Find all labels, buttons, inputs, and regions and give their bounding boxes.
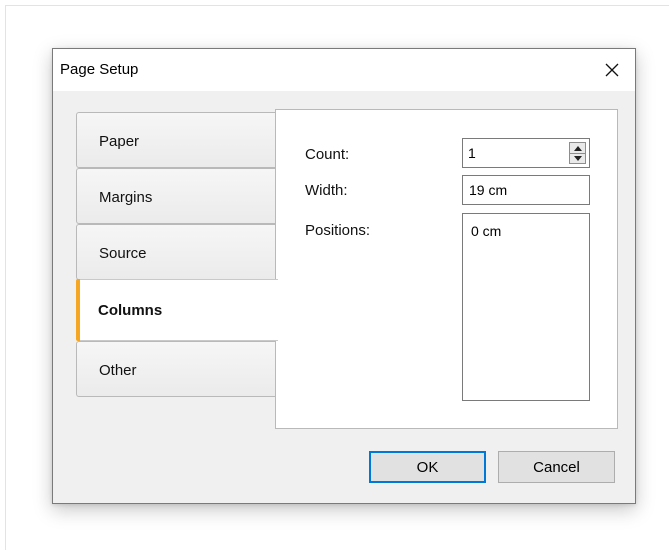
active-tab-indicator: [76, 279, 80, 341]
cancel-button[interactable]: Cancel: [498, 451, 615, 483]
arrow-down-icon: [573, 155, 582, 161]
count-input[interactable]: [463, 139, 563, 167]
count-label: Count:: [305, 146, 350, 163]
ok-button[interactable]: OK: [369, 451, 486, 483]
columns-panel: Count: Width: Positions: 0 cm: [275, 109, 618, 429]
close-button[interactable]: [589, 49, 635, 91]
count-stepper[interactable]: [462, 138, 590, 168]
tab-columns[interactable]: Columns: [76, 279, 278, 341]
tab-margins[interactable]: Margins: [76, 168, 276, 224]
tab-label: Source: [99, 245, 147, 262]
page-setup-dialog: Page Setup Paper Margins Source Columns …: [52, 48, 636, 504]
dialog-title: Page Setup: [60, 61, 139, 78]
close-icon: [605, 63, 619, 77]
width-input[interactable]: [462, 175, 590, 205]
positions-list[interactable]: 0 cm: [462, 213, 590, 401]
spin-buttons: [569, 142, 586, 164]
spin-down-button[interactable]: [570, 153, 585, 163]
list-item[interactable]: 0 cm: [471, 223, 501, 239]
positions-label: Positions:: [305, 222, 371, 239]
tab-label: Columns: [98, 302, 163, 319]
title-bar: Page Setup: [53, 49, 635, 91]
width-label: Width:: [305, 182, 348, 199]
tab-label: Margins: [99, 189, 153, 206]
tab-paper[interactable]: Paper: [76, 112, 276, 168]
tab-source[interactable]: Source: [76, 224, 276, 280]
tab-label: Other: [99, 362, 137, 379]
tab-label: Paper: [99, 133, 140, 150]
tab-other[interactable]: Other: [76, 341, 276, 397]
arrow-up-icon: [573, 145, 582, 151]
